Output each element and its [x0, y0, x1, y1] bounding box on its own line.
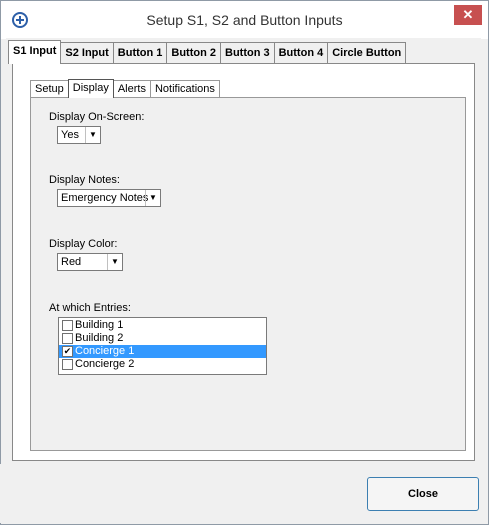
list-item[interactable]: ✔ Concierge 1 [59, 345, 266, 358]
list-item[interactable]: Building 2 [59, 332, 266, 345]
main-tab-strip: S1 Input S2 Input Button 1 Button 2 Butt… [8, 40, 407, 64]
list-item[interactable]: Concierge 2 [59, 358, 266, 371]
display-on-screen-label: Display On-Screen: [49, 111, 145, 123]
tab-button-1[interactable]: Button 1 [112, 42, 168, 63]
sub-tab-strip: Setup Display Alerts Notifications [30, 79, 220, 98]
display-color-label: Display Color: [49, 238, 118, 250]
entries-label: At which Entries: [49, 302, 131, 314]
checkmark-icon: ✔ [63, 346, 72, 356]
display-on-screen-value: Yes [61, 129, 79, 141]
entry-label: Building 2 [75, 332, 124, 344]
chevron-down-icon: ▼ [107, 254, 122, 270]
entry-label: Concierge 2 [75, 358, 135, 370]
tab-button-3[interactable]: Button 3 [220, 42, 275, 63]
tab-s2-input[interactable]: S2 Input [60, 42, 114, 63]
entry-checkbox[interactable] [62, 359, 73, 370]
display-notes-value: Emergency Notes [61, 192, 149, 204]
tab-s1-input[interactable]: S1 Input [8, 40, 62, 64]
display-notes-select[interactable]: Emergency Notes ▼ [57, 189, 161, 207]
chevron-down-icon: ▼ [85, 127, 100, 143]
subtab-setup[interactable]: Setup [30, 80, 69, 97]
entry-checkbox[interactable] [62, 320, 73, 331]
tab-button-4[interactable]: Button 4 [273, 42, 329, 63]
title-bar[interactable]: Setup S1, S2 and Button Inputs ✕ [1, 1, 488, 39]
chevron-down-icon: ▼ [145, 190, 160, 206]
entries-listbox[interactable]: Building 1 Building 2 ✔ Concierge 1 Conc… [58, 317, 267, 375]
list-item[interactable]: Building 1 [59, 319, 266, 332]
display-color-select[interactable]: Red ▼ [57, 253, 123, 271]
subtab-notifications[interactable]: Notifications [149, 80, 220, 97]
display-settings-panel [30, 97, 466, 451]
entry-checkbox[interactable] [62, 333, 73, 344]
entry-checkbox[interactable]: ✔ [62, 346, 73, 357]
subtab-display[interactable]: Display [67, 79, 114, 98]
display-on-screen-select[interactable]: Yes ▼ [57, 126, 101, 144]
close-icon: ✕ [462, 7, 474, 22]
tab-circle-button[interactable]: Circle Button [327, 42, 407, 63]
window-close-button[interactable]: ✕ [454, 5, 482, 25]
close-button[interactable]: Close [367, 477, 479, 511]
tab-button-2[interactable]: Button 2 [166, 42, 221, 63]
entry-label: Concierge 1 [75, 345, 135, 357]
display-notes-label: Display Notes: [49, 174, 120, 186]
entry-label: Building 1 [75, 319, 124, 331]
window-title: Setup S1, S2 and Button Inputs [146, 12, 343, 28]
subtab-alerts[interactable]: Alerts [112, 80, 151, 97]
display-color-value: Red [61, 256, 82, 268]
